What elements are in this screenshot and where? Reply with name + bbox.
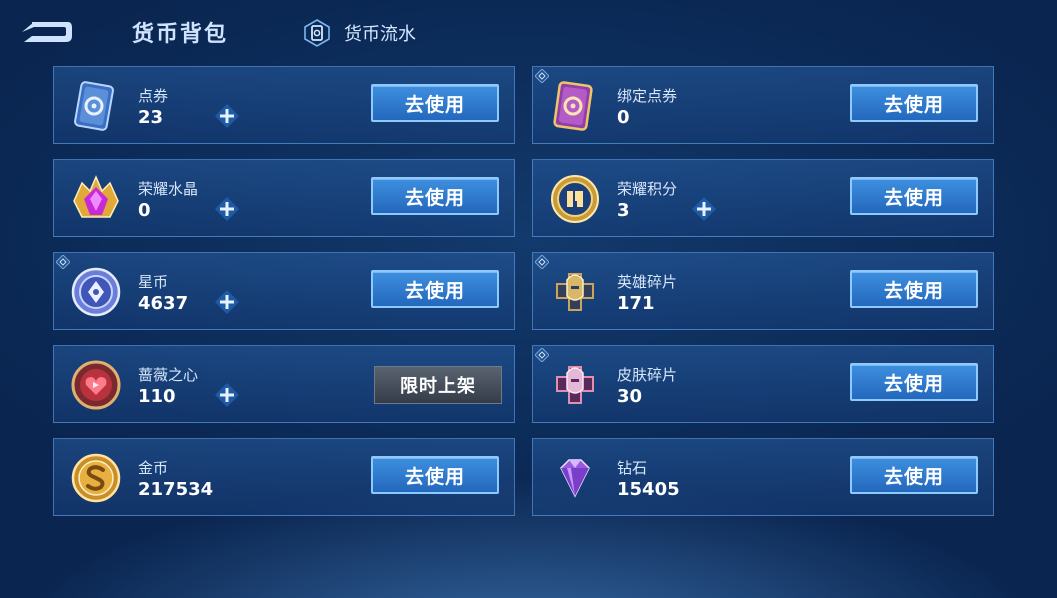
- add-crystal-button[interactable]: [214, 196, 240, 222]
- currency-card-gold: 金币 217534 去使用: [53, 438, 515, 516]
- plus-icon: [692, 197, 716, 221]
- currency-name: 金币: [138, 459, 169, 477]
- use-diamond-button[interactable]: 去使用: [850, 456, 978, 494]
- add-points-button[interactable]: [691, 196, 717, 222]
- currency-card-bound-dianjuan: 绑定点券 0 去使用: [532, 66, 994, 144]
- use-gold-button[interactable]: 去使用: [371, 456, 499, 494]
- skin-fragment-icon: [556, 366, 594, 404]
- use-dianjuan-button[interactable]: 去使用: [371, 84, 499, 122]
- currency-amount: 217534: [138, 479, 214, 500]
- use-crystal-button[interactable]: 去使用: [371, 177, 499, 215]
- ticket-blue-icon: [74, 81, 114, 131]
- crystal-icon: [73, 175, 119, 218]
- use-points-button[interactable]: 去使用: [850, 177, 978, 215]
- plus-icon: [215, 383, 239, 407]
- gold-coin-icon: [71, 453, 121, 503]
- add-dianjuan-button[interactable]: [214, 103, 240, 129]
- use-hero-fragment-button[interactable]: 去使用: [850, 270, 978, 308]
- currency-card-hero-fragment: 英雄碎片 171 去使用: [532, 252, 994, 330]
- use-star-coin-button[interactable]: 去使用: [371, 270, 499, 308]
- currency-amount: 171: [617, 293, 655, 314]
- currency-card-dianjuan: 点券 23 去使用: [53, 66, 515, 144]
- currency-amount: 0: [138, 200, 151, 221]
- star-coin-icon: [71, 267, 121, 317]
- currency-name: 荣耀水晶: [138, 180, 199, 198]
- currency-amount: 0: [617, 107, 630, 128]
- plus-icon: [215, 290, 239, 314]
- currency-name: 绑定点券: [617, 87, 678, 105]
- currency-name: 星币: [138, 273, 169, 291]
- currency-name: 点券: [138, 87, 169, 105]
- currency-amount: 15405: [617, 479, 680, 500]
- currency-card-star-coin: 星币 4637 去使用: [53, 252, 515, 330]
- page-title: 货币背包: [132, 22, 229, 47]
- currency-amount: 30: [617, 386, 643, 407]
- use-skin-fragment-button[interactable]: 去使用: [850, 363, 978, 401]
- currency-name: 英雄碎片: [617, 273, 678, 291]
- points-coin-icon: [551, 175, 599, 223]
- limited-time-badge: 限时上架: [374, 366, 502, 404]
- currency-flow-link[interactable]: 货币流水: [302, 18, 416, 48]
- currency-name: 钻石: [617, 459, 648, 477]
- add-rose-heart-button[interactable]: [214, 382, 240, 408]
- diamond-icon: [560, 459, 590, 498]
- currency-card-points: 荣耀积分 3 去使用: [532, 159, 994, 237]
- use-bound-dianjuan-button[interactable]: 去使用: [850, 84, 978, 122]
- back-arrow-icon: [22, 22, 72, 42]
- currency-card-rose-heart: 蔷薇之心 110 限时上架: [53, 345, 515, 423]
- currency-card-skin-fragment: 皮肤碎片 30 去使用: [532, 345, 994, 423]
- ticket-purple-icon: [553, 81, 593, 131]
- back-button[interactable]: [18, 16, 74, 46]
- currency-amount: 4637: [138, 293, 189, 314]
- add-star-coin-button[interactable]: [214, 289, 240, 315]
- currency-flow-label: 货币流水: [344, 24, 416, 45]
- currency-card-diamond: 钻石 15405 去使用: [532, 438, 994, 516]
- hero-fragment-icon: [556, 273, 594, 311]
- plus-icon: [215, 104, 239, 128]
- currency-name: 蔷薇之心: [138, 366, 199, 384]
- flow-record-icon: [304, 19, 330, 47]
- top-bar: 货币背包 货币流水: [0, 0, 1057, 62]
- currency-name: 皮肤碎片: [617, 366, 678, 384]
- currency-name: 荣耀积分: [617, 180, 678, 198]
- currency-amount: 110: [138, 386, 176, 407]
- currency-card-crystal: 荣耀水晶 0 去使用: [53, 159, 515, 237]
- currency-amount: 3: [617, 200, 630, 221]
- rose-heart-icon: [71, 360, 121, 410]
- plus-icon: [215, 197, 239, 221]
- currency-amount: 23: [138, 107, 164, 128]
